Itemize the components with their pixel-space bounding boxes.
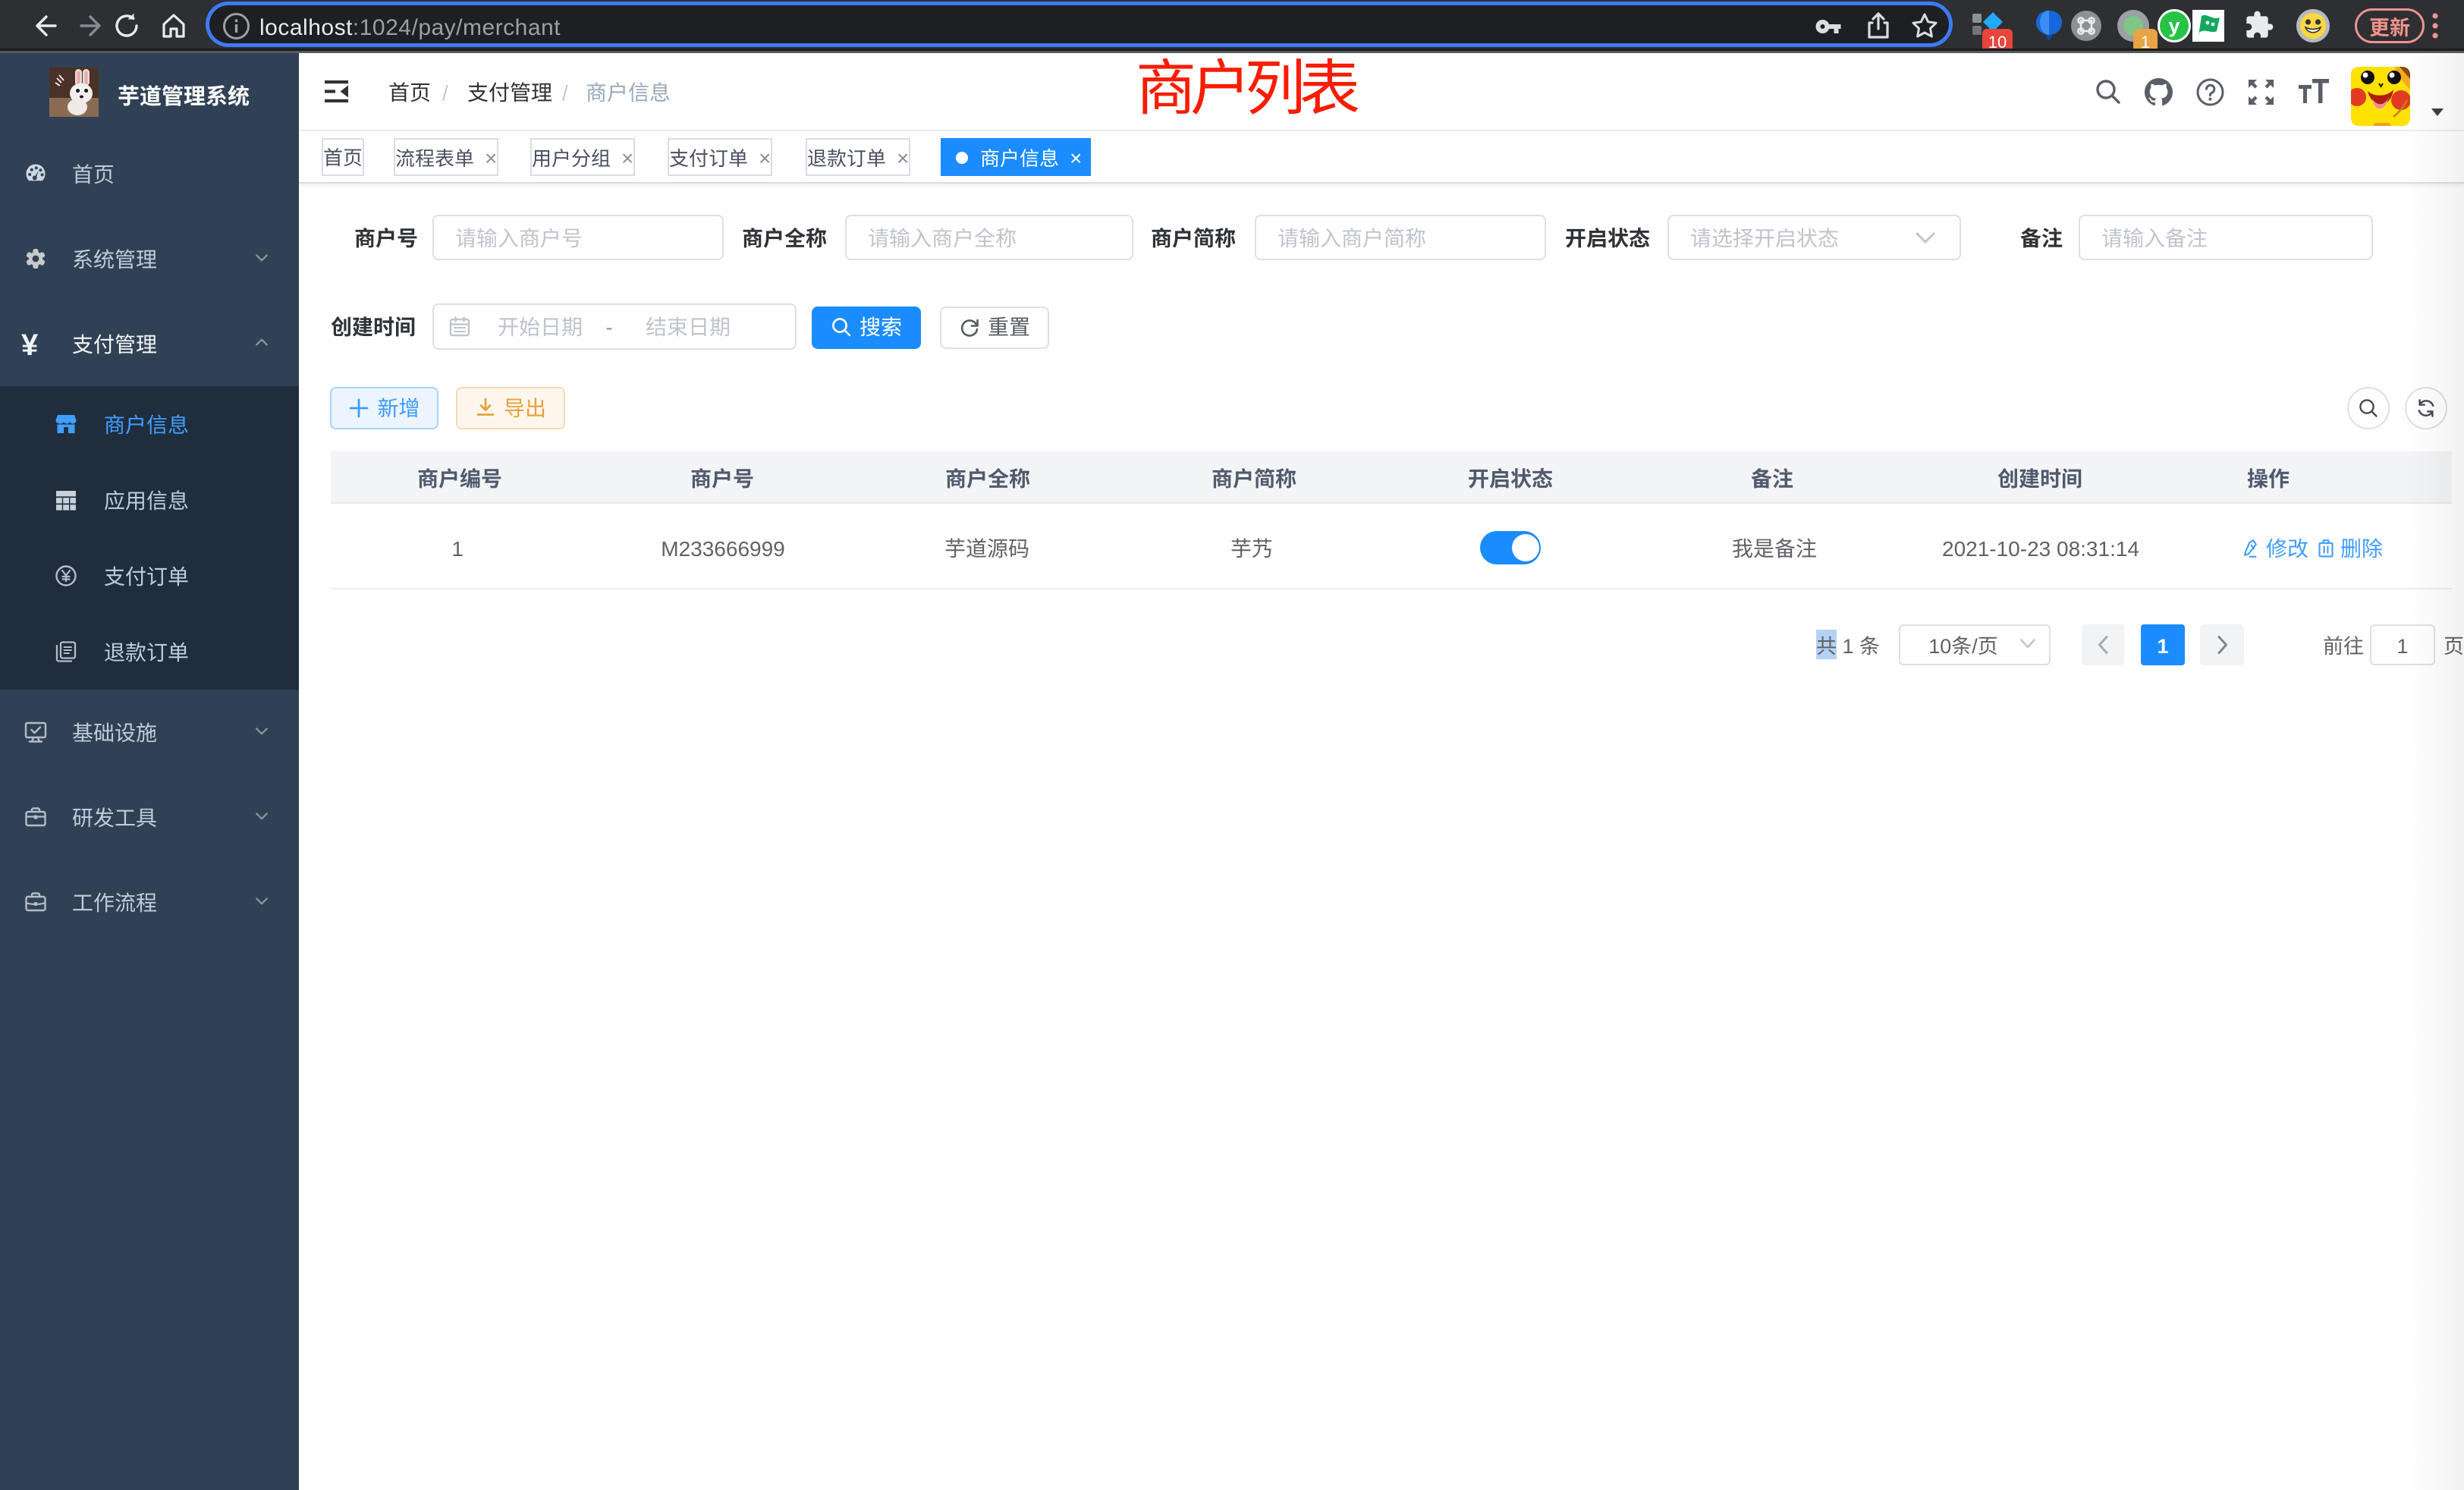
svg-text:y: y [2168, 9, 2180, 39]
